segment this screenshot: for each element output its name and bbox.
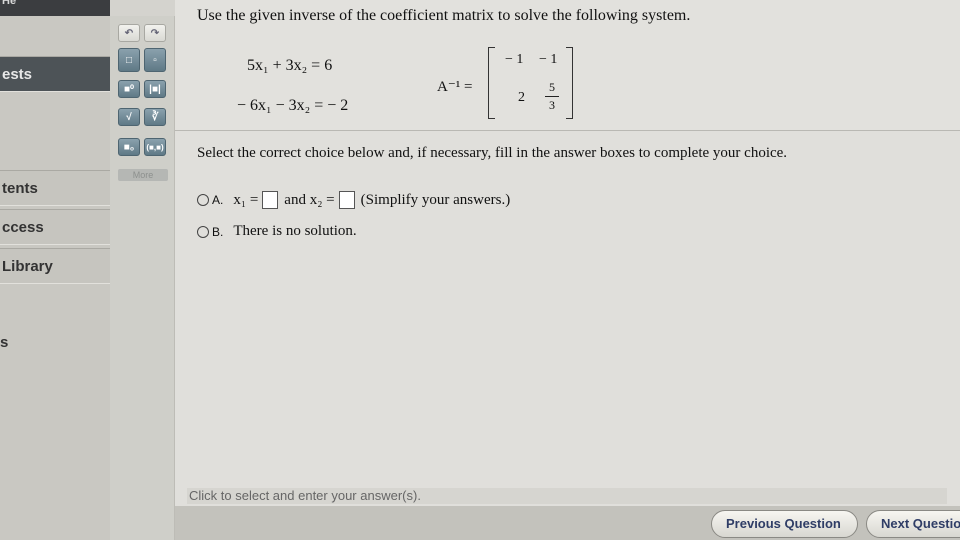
choice-b: B. There is no solution. [197,223,357,240]
choice-b-text: There is no solution. [233,223,357,239]
math-palette: ↶ ↷ □ ▫ ■⁰ |■| √ ∛ ■₀ (■,■) More [110,16,175,540]
fraction-numerator: 5 [549,80,555,94]
fraction-bar [545,96,559,97]
status-bar: Click to select and enter your answer(s)… [187,488,947,504]
sidebar-item-label: tents [2,180,38,197]
more-button[interactable]: More [118,169,168,181]
status-text: Click to select and enter your answer(s)… [189,488,421,503]
question-area: Use the given inverse of the coefficient… [175,0,960,131]
undo-icon[interactable]: ↶ [118,24,140,42]
mixed-number-icon[interactable]: ▫ [144,48,166,72]
sidebar-item-tests[interactable]: ests [0,56,110,92]
matrix-r1c2: − 1 [539,52,558,67]
sqrt-icon[interactable]: √ [118,108,140,126]
sidebar-top-header: He [0,0,110,16]
sidebar-fragment: s [0,334,9,351]
equation-2: − 6x₁ − 3x₂ = − 2 [237,97,349,114]
x1-answer-box[interactable] [262,191,279,209]
choice-a-radio[interactable] [197,194,209,206]
question-title: Use the given inverse of the coefficient… [197,7,691,24]
fraction-icon[interactable]: □ [118,48,140,72]
sidebar: He ests tents ccess Library s [0,0,110,540]
matrix-right-bracket [566,47,573,119]
ordered-pair-icon[interactable]: (■,■) [144,138,166,156]
sidebar-top-text: He [2,0,17,7]
next-question-button[interactable]: Next Questio [866,510,960,538]
sidebar-item-contents[interactable]: tents [0,170,110,206]
instruction-text: Select the correct choice below and, if … [197,145,788,161]
previous-question-button[interactable]: Previous Question [711,510,858,538]
matrix-left-bracket [488,47,495,119]
redo-icon[interactable]: ↷ [144,24,166,42]
inverse-matrix-label: A⁻¹ = [437,79,473,95]
matrix-r1c1: − 1 [505,52,524,67]
choice-a-x1-label: x₁ = [233,191,259,208]
choice-b-letter: B. [212,224,224,239]
sidebar-item-label: Library [2,258,53,275]
question-pane: Use the given inverse of the coefficient… [175,0,960,540]
x2-answer-box[interactable] [338,191,355,209]
subscript-icon[interactable]: ■₀ [118,138,140,156]
absolute-value-icon[interactable]: |■| [144,80,166,98]
nth-root-icon[interactable]: ∛ [144,108,166,126]
choice-b-radio[interactable] [197,225,209,238]
choice-a: A. x₁ = and x₂ = (Simplify your answers.… [197,191,510,209]
sidebar-item-access[interactable]: ccess [0,209,110,245]
choice-a-x2-label: and x₂ = [284,191,335,208]
sidebar-item-library[interactable]: Library [0,248,110,284]
sidebar-item-label: ccess [2,219,44,236]
exponent-icon[interactable]: ■⁰ [118,80,140,98]
fraction-denominator: 3 [549,98,555,112]
choice-a-note: (Simplify your answers.) [360,191,511,208]
matrix-r2c1: 2 [518,90,525,105]
equation-1: 5x₁ + 3x₂ = 6 [247,57,333,74]
sidebar-item-label: ests [2,66,33,83]
matrix-r2c2-fraction: 5 3 [545,80,559,113]
choice-a-letter: A. [212,193,224,207]
